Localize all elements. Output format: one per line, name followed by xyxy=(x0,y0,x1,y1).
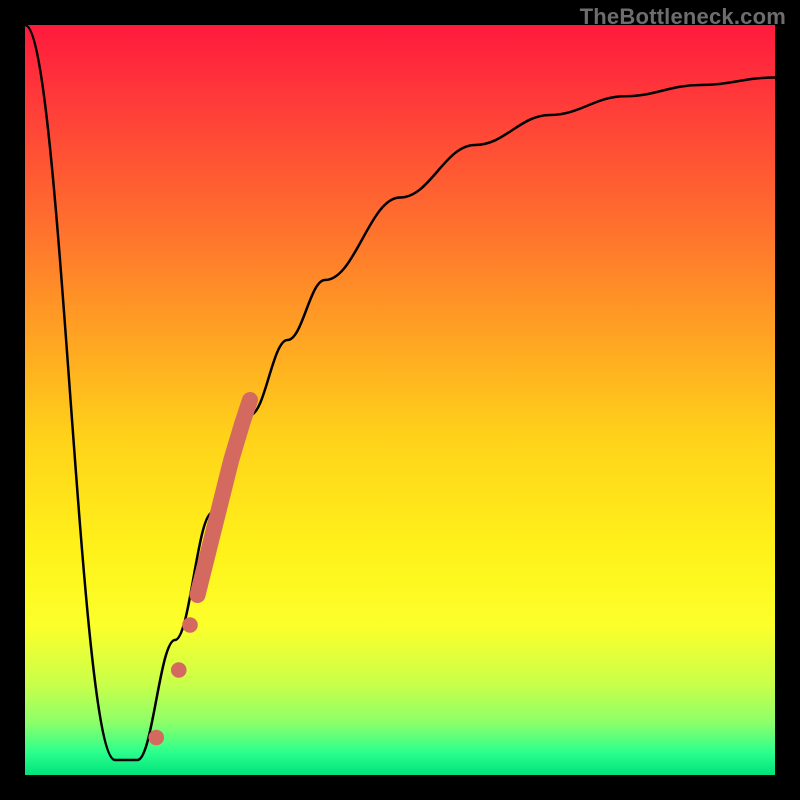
marker-dot xyxy=(190,587,206,603)
plot-area xyxy=(25,25,775,775)
bottleneck-curve-path xyxy=(25,25,775,760)
marker-band-path xyxy=(198,400,251,595)
marker-dot xyxy=(182,617,198,633)
marker-dot xyxy=(171,662,187,678)
attribution-watermark: TheBottleneck.com xyxy=(580,4,786,30)
marker-dots xyxy=(148,587,205,745)
chart-frame: TheBottleneck.com xyxy=(0,0,800,800)
bottleneck-curve-svg xyxy=(25,25,775,775)
marker-dot xyxy=(148,730,164,746)
